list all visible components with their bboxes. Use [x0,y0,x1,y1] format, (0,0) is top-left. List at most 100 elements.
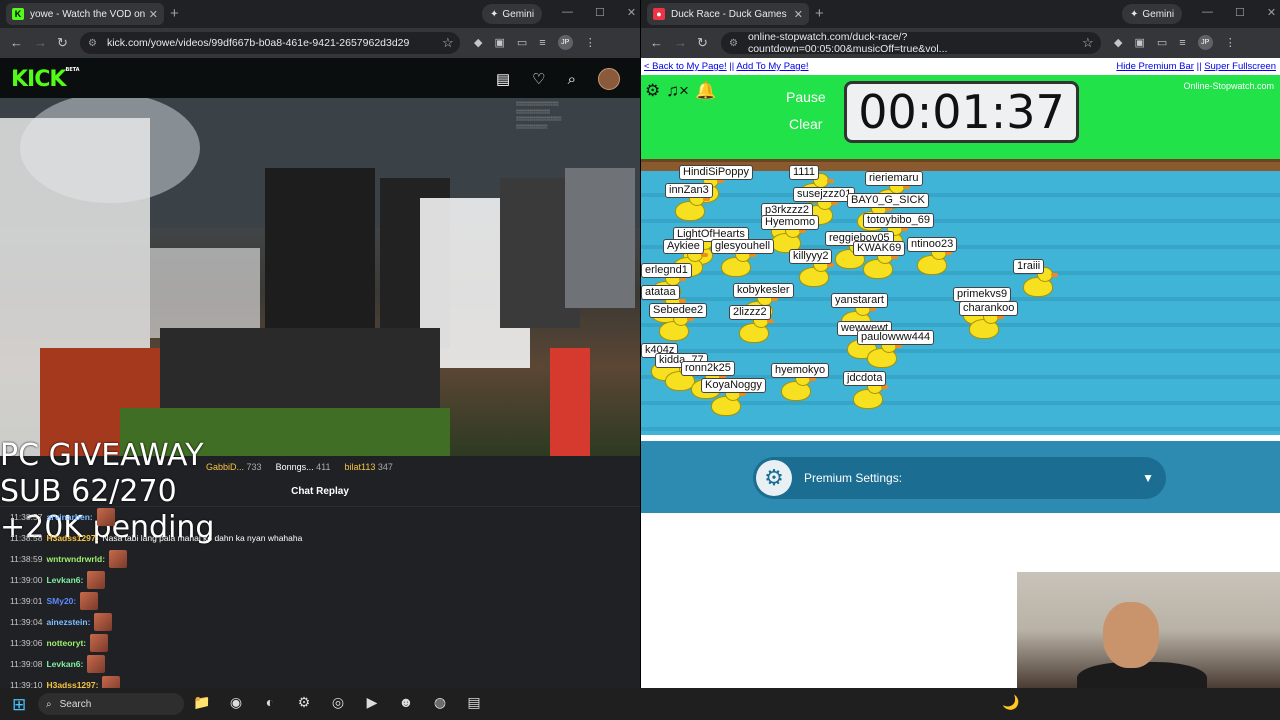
close-window-icon[interactable]: ✕ [627,6,636,19]
message-user[interactable]: SMy20: [46,596,76,606]
music-off-icon[interactable]: ♫× [666,81,689,101]
discord-icon[interactable]: ☻ [396,694,416,711]
duck-name-label: 2lizzz2 [729,305,771,320]
message-time: 11:39:06 [10,637,43,648]
media-player-icon[interactable]: ▶ [362,694,382,711]
header-icons: ▤ ♡ ⌕ [496,68,620,90]
maximize-icon[interactable]: ☐ [595,6,605,19]
message-user[interactable]: notteoryt: [46,638,86,648]
taskbar-search[interactable]: ⌕ Search [38,693,184,715]
message-user[interactable]: arvinarben: [46,512,92,522]
sound-icon[interactable]: 🔔 [695,81,716,101]
edge-icon[interactable]: ◐ [260,694,280,711]
obs-icon[interactable]: ◍ [430,694,450,711]
duck-name-label: Hyemomo [761,215,820,230]
message-user[interactable]: ainezstein: [46,617,90,627]
premium-settings-label: Premium Settings: [804,471,903,485]
kick-logo[interactable]: KICKBETA [11,67,80,92]
chrome-alt-icon[interactable]: ◎ [328,694,348,711]
message-user[interactable]: Levkan6: [46,575,83,585]
video-frame [0,98,640,456]
close-icon[interactable]: ✕ [149,8,158,21]
pause-button[interactable]: Pause [786,89,826,105]
message-user[interactable]: wntrwndrwrld: [46,554,105,564]
tab-kick[interactable]: K yowe - Watch the VOD on K ✕ [6,3,164,25]
profile-avatar[interactable]: JP [557,35,573,50]
duck-name-label: 1111 [789,165,820,180]
steam-icon[interactable]: ⚙ [294,694,314,711]
settings-gear-icon[interactable]: ⚙ [645,81,660,101]
shield-icon[interactable]: ◆ [1114,36,1122,49]
close-window-icon[interactable]: ✕ [1267,6,1276,19]
gemini-button[interactable]: ✦ Gemini [1122,4,1183,24]
minimize-icon[interactable]: — [1202,6,1213,19]
url-field[interactable]: ⚙ online-stopwatch.com/duck-race/?countd… [721,31,1101,55]
chat-message: 11:39:04 ainezstein: [10,611,630,632]
notepad-icon[interactable]: ▤ [464,694,484,711]
minimize-icon[interactable]: — [562,6,573,19]
chat-message: 11:39:00 Levkan6: [10,569,630,590]
duck-name-label: charankoo [959,301,1019,316]
close-icon[interactable]: ✕ [794,8,803,21]
emote-icon [80,591,99,610]
video-player[interactable] [0,98,640,456]
maximize-icon[interactable]: ☐ [1235,6,1245,19]
new-tab-icon[interactable]: + [815,5,824,22]
menu-kebab-icon[interactable]: ⋮ [585,36,596,49]
left-browser-window: K yowe - Watch the VOD on K ✕ + ✦ Gemini… [0,0,640,688]
gifter-item[interactable]: bilat113 347 [344,462,392,472]
emote-icon [96,507,115,526]
clear-button[interactable]: Clear [789,116,822,132]
media-icon[interactable]: ≡ [1179,37,1185,49]
clips-icon[interactable]: ▤ [496,70,510,88]
super-fullscreen-link[interactable]: Super Fullscreen [1204,61,1276,72]
gifter-name: Bonngs... [275,462,314,472]
forward-arrow-icon[interactable]: → [674,35,687,50]
heart-icon[interactable]: ♡ [532,70,545,88]
premium-settings-button[interactable]: ⚙ Premium Settings: ▼ [753,457,1166,499]
puzzle-icon[interactable]: ▣ [1134,36,1144,49]
file-explorer-icon[interactable]: 📁 [192,694,212,711]
new-tab-icon[interactable]: + [170,5,179,22]
back-to-my-page-link[interactable]: < Back to My Page! [644,61,727,72]
message-user[interactable]: H3adss1297: [46,680,98,689]
windows-start-icon[interactable]: ⊞ [12,695,26,715]
reload-icon[interactable]: ↻ [57,35,68,51]
tab-duck-race[interactable]: ● Duck Race - Duck Games ✕ [647,3,809,25]
shield-icon[interactable]: ◆ [474,36,482,49]
forward-arrow-icon[interactable]: → [34,35,47,50]
cast-icon[interactable]: ▭ [517,36,527,49]
back-arrow-icon[interactable]: ← [10,35,23,50]
duck-name-label: Sebedee2 [649,303,708,318]
duck-race-game[interactable]: ⚙ ♫× 🔔 Pause Clear 00:01:37 Online-Stopw… [641,75,1280,435]
duck-name-label: kobykesler [733,283,794,298]
menu-kebab-icon[interactable]: ⋮ [1225,36,1236,49]
site-info-icon[interactable]: ⚙ [88,38,97,49]
hide-premium-bar-link[interactable]: Hide Premium Bar [1116,61,1194,72]
gifter-item[interactable]: GabbiD... 733 [206,462,262,472]
gemini-button[interactable]: ✦ Gemini [482,4,543,24]
chrome-icon[interactable]: ◉ [226,694,246,711]
gifter-item[interactable]: Bonngs... 411 [276,462,331,472]
cast-icon[interactable]: ▭ [1157,36,1167,49]
emote-icon [102,675,121,688]
user-avatar[interactable] [598,68,620,90]
chevron-down-icon: ▼ [1142,471,1154,485]
message-text: Nasa tabi lang pala mahal ko dahn ka nya… [102,532,303,543]
profile-avatar[interactable]: JP [1197,35,1213,50]
media-icon[interactable]: ≡ [539,37,545,49]
overlay-line: ░░░░░░░░░░░░░░░ [516,101,559,106]
message-user[interactable]: Levkan6: [46,659,83,669]
add-to-my-page-link[interactable]: Add To My Page! [736,61,808,72]
bookmark-star-icon[interactable]: ☆ [1082,35,1094,51]
back-arrow-icon[interactable]: ← [650,35,663,50]
site-info-icon[interactable]: ⚙ [729,38,738,49]
site-link-bar: < Back to My Page! || Add To My Page! Hi… [641,58,1280,75]
reload-icon[interactable]: ↻ [697,35,708,51]
puzzle-icon[interactable]: ▣ [494,36,504,49]
search-icon[interactable]: ⌕ [568,71,576,88]
message-user[interactable]: H3adss1297: [46,533,98,543]
url-field[interactable]: ⚙ kick.com/yowe/videos/99df667b-b0a8-461… [80,32,460,54]
bookmark-star-icon[interactable]: ☆ [442,35,454,51]
moon-icon[interactable]: 🌙 [1002,694,1019,711]
